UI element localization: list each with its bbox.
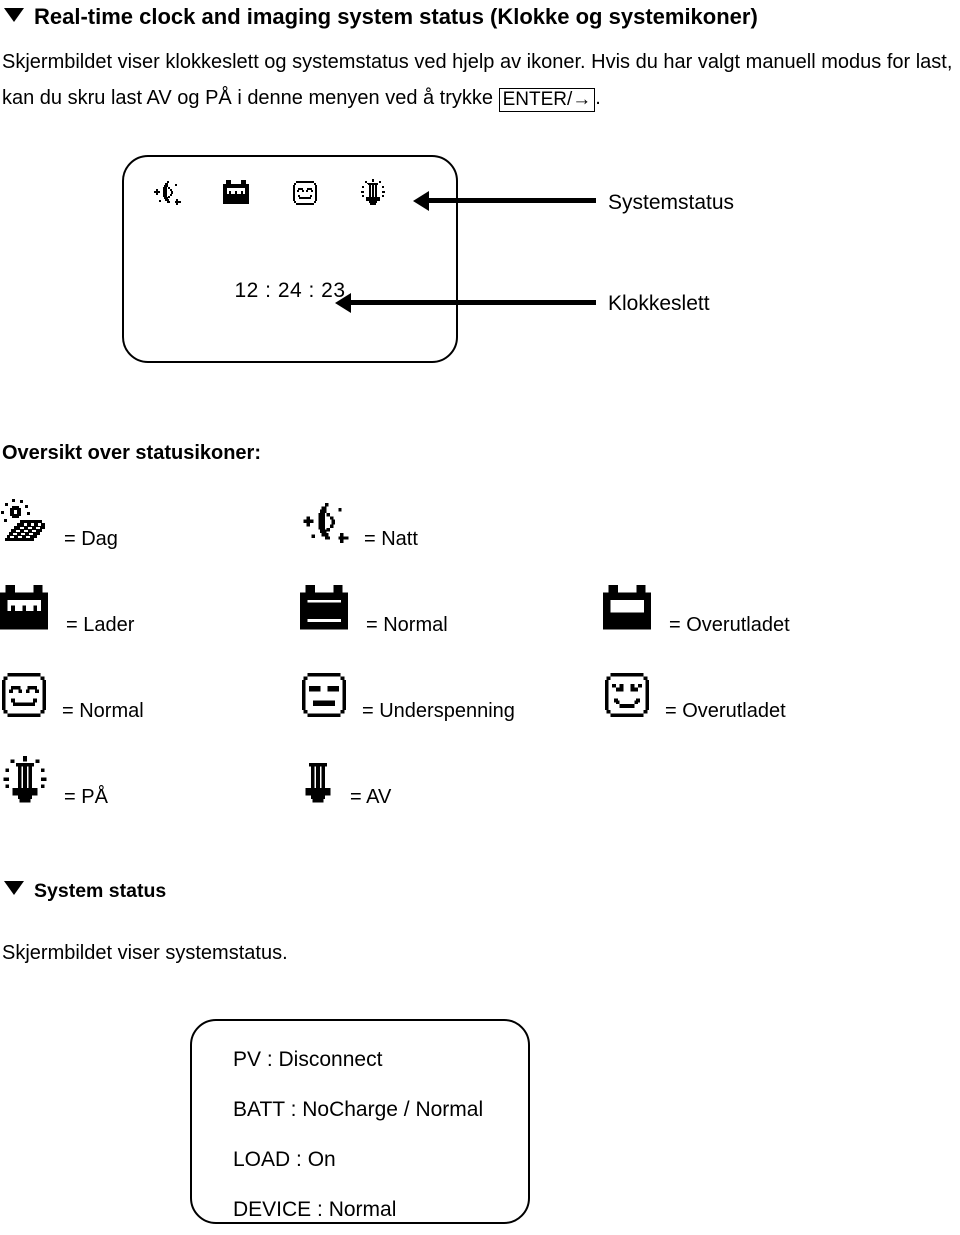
legend-item-dag: = Dag	[0, 480, 118, 566]
bulb-on-icon	[361, 179, 385, 205]
legend-item-face-underspenning: = Underspenning	[300, 652, 515, 738]
system-status-lines: PV : Disconnect BATT : NoCharge / Normal…	[233, 1035, 483, 1235]
legend-label: = Overutladet	[665, 699, 786, 722]
system-status-line-pv: PV : Disconnect	[233, 1048, 383, 1071]
bulb-on-icon	[3, 756, 47, 803]
section-heading-system-status: System status	[4, 880, 166, 903]
night-moon-icon	[303, 503, 349, 543]
face-sad-icon	[604, 672, 650, 718]
system-status-line-load: LOAD : On	[233, 1148, 336, 1171]
legend-row: = Lader = Normal = Overutladet	[0, 566, 960, 652]
status-icon-row	[152, 179, 387, 207]
face-normal-icon	[293, 181, 317, 205]
legend-label: = Natt	[364, 527, 418, 550]
legend-item-battery-overutladet: = Overutladet	[603, 566, 790, 652]
clock-intro-text-before: Skjermbildet viser klokkeslett og system…	[2, 51, 953, 109]
legend-label: = Dag	[64, 527, 118, 550]
section-heading-system-status-label: System status	[34, 880, 167, 902]
lcd-system-status-panel: PV : Disconnect BATT : NoCharge / Normal…	[190, 1019, 530, 1224]
face-neutral-icon	[301, 672, 347, 718]
legend-item-battery-lader: = Lader	[0, 566, 134, 652]
section-heading-clock-label: Real-time clock and imaging system statu…	[34, 4, 758, 29]
lcd-clock-panel: 12 : 24 : 23	[122, 155, 458, 363]
legend-row: = Dag = Natt	[0, 480, 960, 566]
triangle-down-icon	[4, 8, 24, 22]
battery-full-icon	[300, 585, 349, 630]
battery-low-icon	[603, 585, 652, 630]
icon-legend-title: Oversikt over statusikoner:	[2, 442, 261, 464]
clock-intro-text-after: .	[595, 87, 601, 109]
system-status-line-device: DEVICE : Normal	[233, 1198, 397, 1221]
legend-item-battery-normal: = Normal	[300, 566, 448, 652]
legend-label: = Normal	[366, 613, 448, 636]
enter-key-cap: ENTER/→	[498, 88, 596, 113]
night-moon-icon	[154, 181, 181, 205]
callout-arrow-klokkeslett	[350, 300, 596, 305]
system-status-paragraph: Skjermbildet viser systemstatus.	[2, 942, 288, 964]
legend-item-natt: = Natt	[300, 480, 418, 566]
section-heading-clock: Real-time clock and imaging system statu…	[4, 4, 758, 30]
face-happy-icon	[1, 672, 47, 718]
legend-label: = Lader	[66, 613, 135, 636]
legend-label: = AV	[350, 785, 392, 808]
icon-legend: = Dag = Natt = Lader = Normal = Overutla…	[0, 480, 960, 824]
legend-label: = PÅ	[64, 785, 108, 808]
callout-label-systemstatus: Systemstatus	[608, 191, 735, 214]
battery-charging-icon	[223, 180, 249, 204]
battery-charging-icon	[0, 585, 49, 630]
legend-label: = Underspenning	[362, 699, 515, 722]
clock-intro-paragraph: Skjermbildet viser klokkeslett og system…	[2, 44, 960, 116]
legend-item-bulb-off: = AV	[300, 738, 391, 824]
legend-item-bulb-on: = PÅ	[0, 738, 108, 824]
callout-arrow-systemstatus	[428, 198, 596, 203]
callout-label-klokkeslett: Klokkeslett	[608, 292, 710, 315]
triangle-down-icon	[4, 881, 24, 895]
legend-item-face-overutladet: = Overutladet	[603, 652, 786, 738]
legend-item-face-normal: = Normal	[0, 652, 144, 738]
day-solar-panel-icon	[1, 499, 45, 541]
legend-row: = PÅ = AV	[0, 738, 960, 824]
system-status-line-batt: BATT : NoCharge / Normal	[233, 1098, 484, 1121]
bulb-off-icon	[305, 763, 331, 803]
legend-label: = Normal	[62, 699, 144, 722]
legend-label: = Overutladet	[669, 613, 790, 636]
legend-row: = Normal = Underspenning = Overutladet	[0, 652, 960, 738]
